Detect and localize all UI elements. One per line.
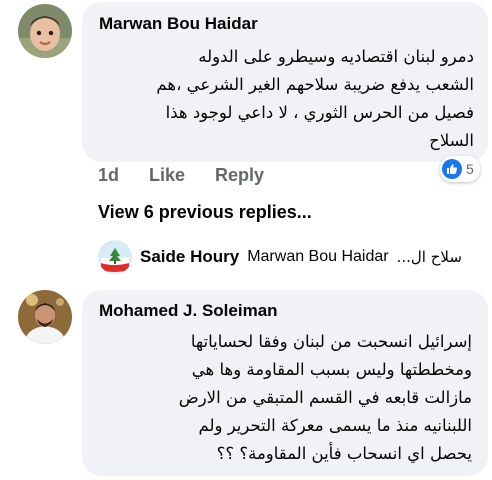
comment-actions-1: 1d Like Reply: [98, 165, 264, 186]
comment-line: ومخططتها وليس بسبب المقاومة وها هي: [191, 360, 472, 379]
avatar-saide[interactable]: [98, 240, 132, 274]
comment-line: اللبنانيه منذ ما يسمى معركة التحرير ولم: [198, 416, 472, 435]
reaction-pill[interactable]: 5: [440, 156, 480, 182]
avatar-child-icon: [18, 4, 72, 58]
comment-line: الشعب يدفع ضريبة سلاحهم الغير الشرعي ،هم: [156, 75, 474, 94]
comment-author-1[interactable]: Marwan Bou Haidar: [99, 14, 258, 34]
reply-text-preview: سلاح ال...: [396, 248, 462, 266]
comment-line: دمرو لبنان اقتصاديه وسيطرو على الدوله: [198, 47, 474, 66]
comment-timestamp[interactable]: 1d: [98, 165, 119, 186]
lebanon-flag-avatar-icon: [98, 240, 132, 274]
comment-text-1: دمرو لبنان اقتصاديه وسيطرو على الدوله ال…: [156, 43, 474, 155]
reply-mention: Marwan Bou Haidar: [247, 248, 389, 265]
comment-author-2[interactable]: Mohamed J. Soleiman: [99, 301, 278, 321]
reply-button[interactable]: Reply: [215, 165, 264, 186]
like-thumb-icon: [442, 159, 462, 179]
comment-line: فصيل من الحرس الثوري ، لا داعي لوجود هذا: [165, 103, 474, 122]
comment-line: إسرائيل انسحبت من لبنان وفقا لحساياتها: [190, 332, 472, 351]
reply-preview[interactable]: Saide Houry Marwan Bou Haidar سلاح ال...: [98, 240, 462, 274]
avatar-mohamed[interactable]: [18, 290, 72, 344]
comment-line: السلاح: [429, 131, 474, 150]
comment-bubble-2: Mohamed J. Soleiman إسرائيل انسحبت من لب…: [82, 290, 488, 476]
like-button[interactable]: Like: [149, 165, 185, 186]
comment-text-2: إسرائيل انسحبت من لبنان وفقا لحساياتها و…: [179, 328, 472, 468]
comment-line: مازالت قابعه في القسم المتبقي من الارض: [178, 388, 472, 407]
reply-author[interactable]: Saide Houry: [140, 247, 239, 267]
avatar-man-icon: [18, 290, 72, 344]
comment-line: يحصل اي انسحاب فأين المقاومة؟ ؟؟: [216, 444, 472, 463]
comment-bubble-1: Marwan Bou Haidar دمرو لبنان اقتصاديه وس…: [82, 2, 488, 162]
reaction-count: 5: [466, 161, 474, 177]
view-previous-replies-link[interactable]: View 6 previous replies...: [98, 202, 312, 223]
avatar-marwan[interactable]: [18, 4, 72, 58]
